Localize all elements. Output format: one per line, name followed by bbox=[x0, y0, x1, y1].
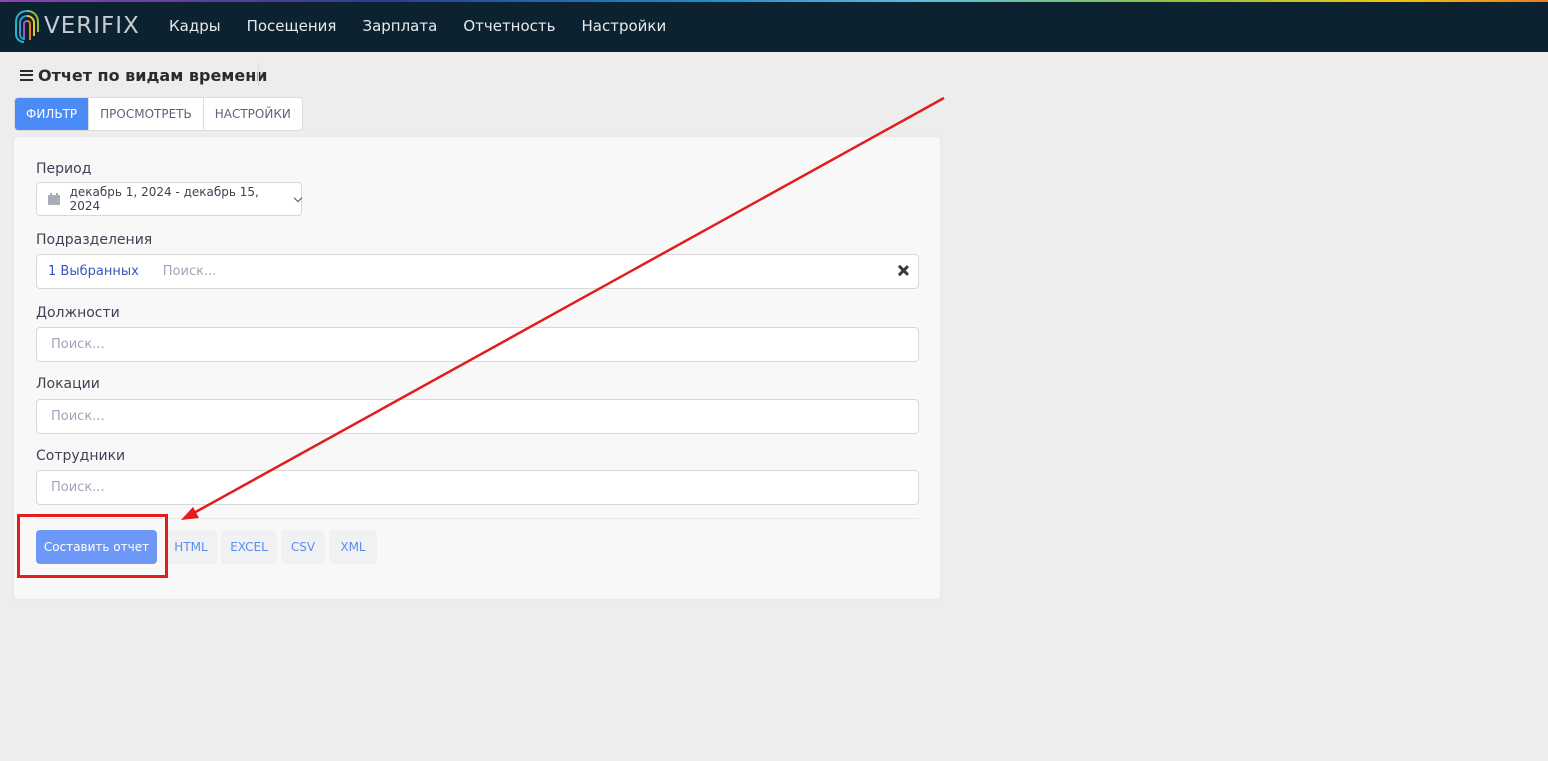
period-label: Период bbox=[36, 161, 92, 177]
top-navbar: VERIFIX Кадры Посещения Зарплата Отчетно… bbox=[0, 0, 1548, 52]
hamburger-menu-icon[interactable] bbox=[20, 69, 33, 81]
nav-item-salary[interactable]: Зарплата bbox=[349, 17, 450, 35]
nav-item-settings[interactable]: Настройки bbox=[569, 17, 680, 35]
positions-search-input[interactable] bbox=[37, 328, 918, 361]
nav-item-kadry[interactable]: Кадры bbox=[156, 17, 234, 35]
divisions-search-input[interactable] bbox=[138, 255, 918, 288]
export-xml-button[interactable]: XML bbox=[329, 530, 377, 564]
main-nav: Кадры Посещения Зарплата Отчетность Наст… bbox=[156, 0, 679, 52]
locations-label: Локации bbox=[36, 376, 100, 392]
logo-text: VERIFIX bbox=[44, 13, 140, 39]
employees-field[interactable] bbox=[36, 470, 919, 505]
clear-icon[interactable] bbox=[896, 264, 910, 278]
nav-item-attendance[interactable]: Посещения bbox=[234, 17, 350, 35]
locations-field[interactable] bbox=[36, 399, 919, 434]
period-date-picker[interactable]: декабрь 1, 2024 - декабрь 15, 2024 bbox=[36, 182, 303, 216]
tab-filter[interactable]: ФИЛЬТР bbox=[15, 98, 90, 130]
app-logo[interactable]: VERIFIX bbox=[14, 7, 140, 45]
divisions-label: Подразделения bbox=[36, 232, 153, 248]
report-tabs: ФИЛЬТР ПРОСМОТРЕТЬ НАСТРОЙКИ bbox=[14, 97, 303, 131]
export-csv-button[interactable]: CSV bbox=[281, 530, 325, 564]
fingerprint-icon bbox=[15, 10, 39, 43]
export-excel-button[interactable]: EXCEL bbox=[221, 530, 277, 564]
page-title: Отчет по видам времени bbox=[20, 64, 268, 86]
positions-field[interactable] bbox=[36, 327, 919, 362]
positions-label: Должности bbox=[36, 305, 120, 321]
divisions-selected-count[interactable]: 1 Выбранных bbox=[37, 264, 139, 279]
calendar-icon bbox=[48, 193, 60, 205]
filter-card: Период декабрь 1, 2024 - декабрь 15, 202… bbox=[14, 137, 940, 599]
employees-label: Сотрудники bbox=[36, 448, 126, 464]
chevron-down-icon bbox=[293, 193, 303, 202]
tab-view[interactable]: ПРОСМОТРЕТЬ bbox=[89, 98, 204, 130]
divisions-multiselect[interactable]: 1 Выбранных bbox=[36, 254, 919, 289]
tab-settings[interactable]: НАСТРОЙКИ bbox=[204, 98, 302, 130]
build-report-button[interactable]: Составить отчет bbox=[36, 530, 157, 564]
title-divider bbox=[258, 62, 259, 86]
nav-item-reports[interactable]: Отчетность bbox=[450, 17, 568, 35]
page-title-text: Отчет по видам времени bbox=[38, 65, 268, 85]
locations-search-input[interactable] bbox=[37, 400, 918, 433]
employees-search-input[interactable] bbox=[37, 471, 918, 504]
export-html-button[interactable]: HTML bbox=[165, 530, 217, 564]
period-value: декабрь 1, 2024 - декабрь 15, 2024 bbox=[69, 185, 259, 213]
actions-divider bbox=[36, 518, 919, 519]
